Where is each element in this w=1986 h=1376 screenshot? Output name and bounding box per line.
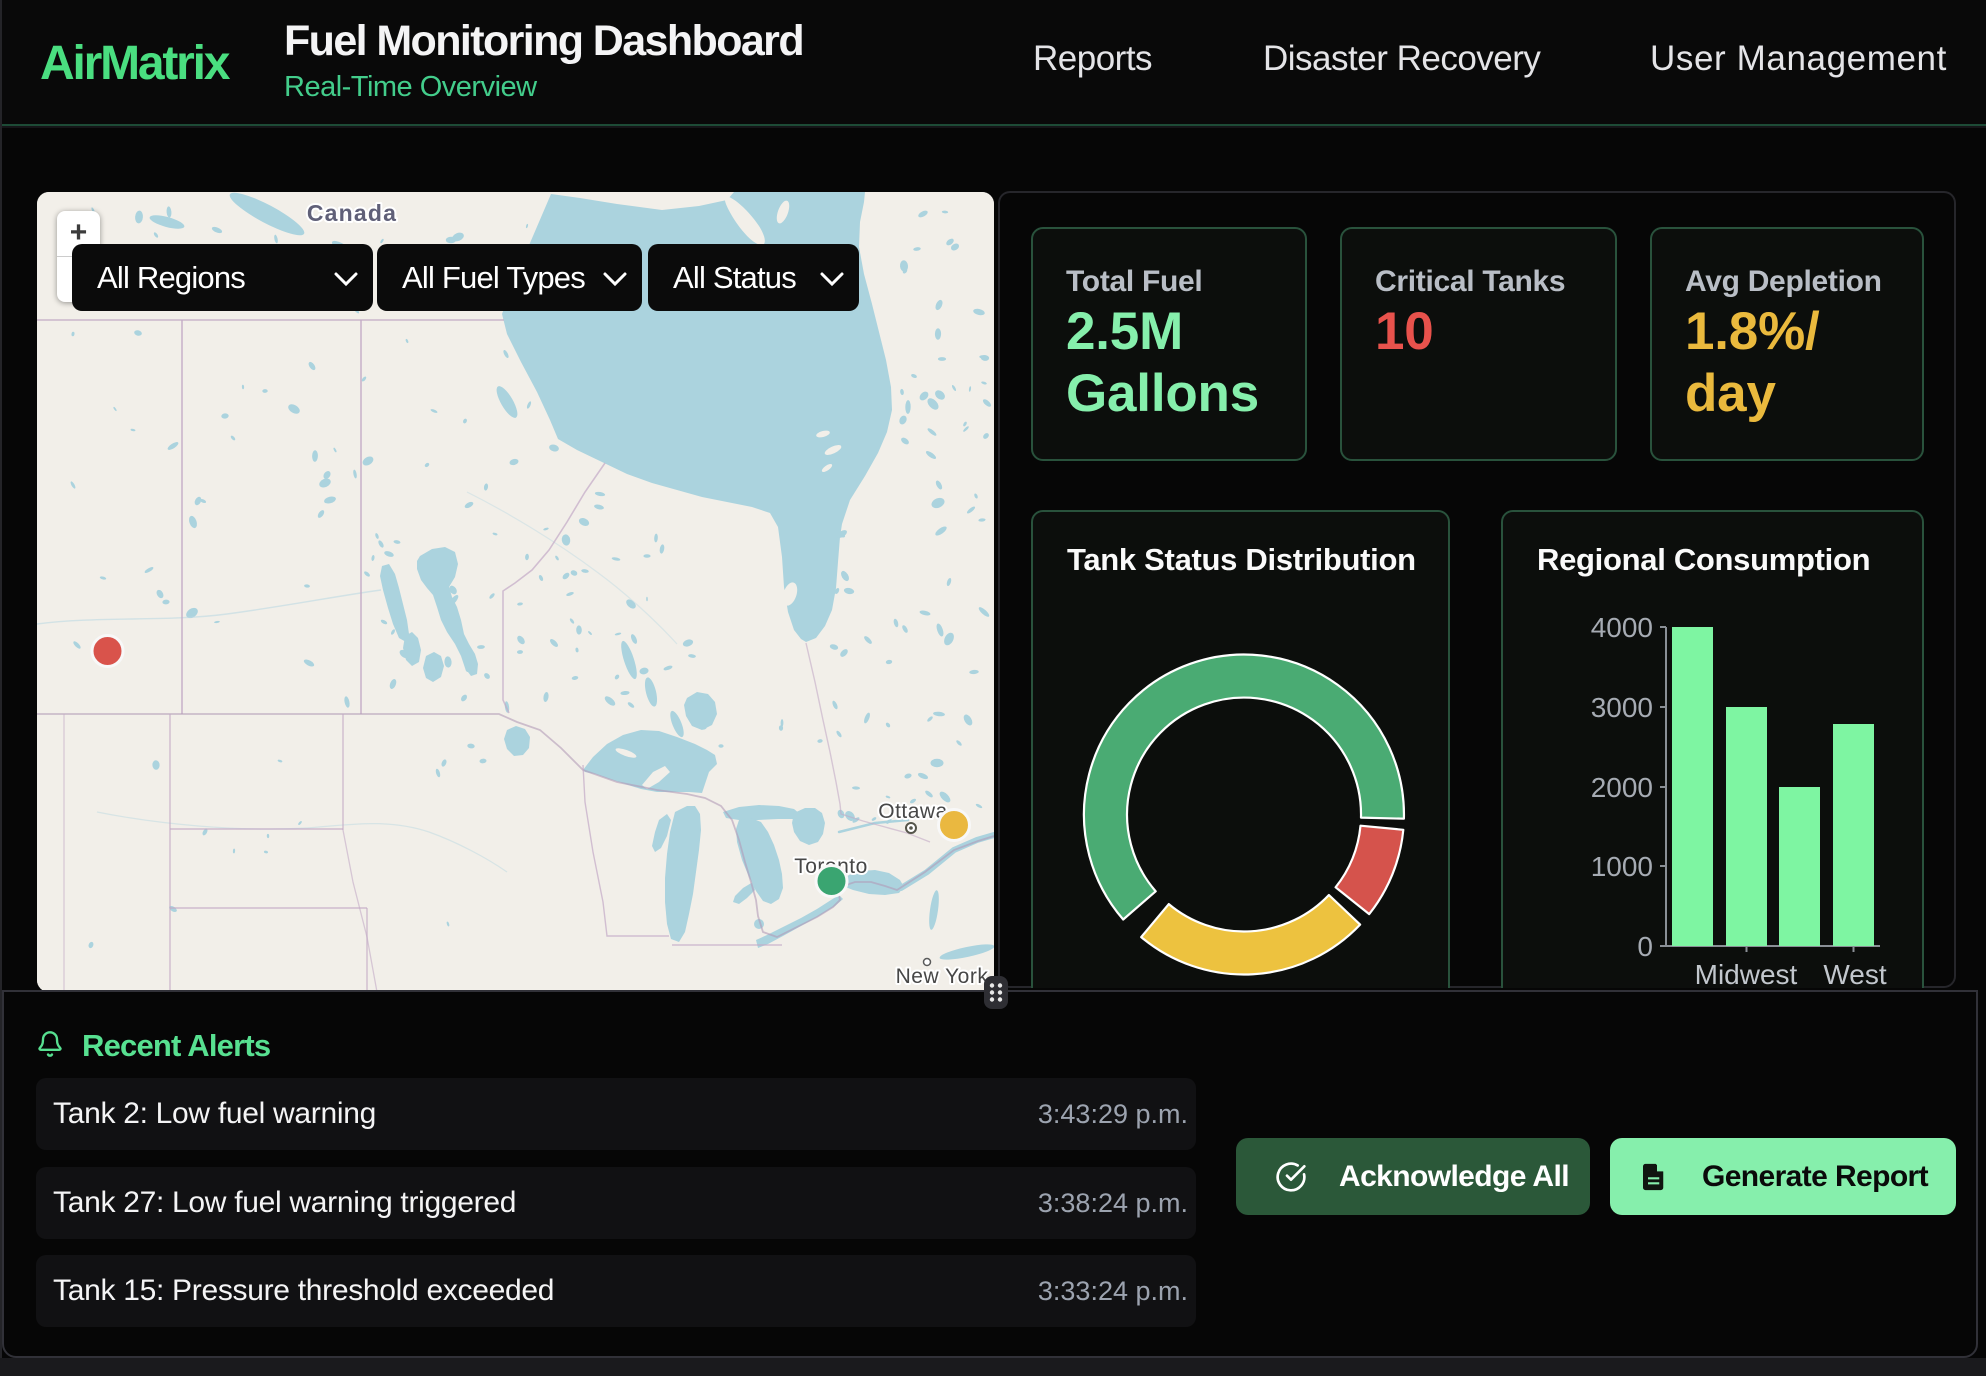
svg-text:Canada: Canada bbox=[307, 200, 397, 226]
svg-text:Ottawa: Ottawa bbox=[878, 800, 948, 823]
svg-text:4000: 4000 bbox=[1591, 612, 1653, 643]
svg-text:West: West bbox=[1823, 959, 1886, 988]
svg-text:2000: 2000 bbox=[1591, 772, 1653, 803]
svg-text:New York: New York bbox=[896, 965, 989, 988]
svg-text:0: 0 bbox=[1637, 931, 1653, 962]
svg-text:1000: 1000 bbox=[1591, 851, 1653, 882]
svg-text:3000: 3000 bbox=[1591, 692, 1653, 723]
svg-text:Midwest: Midwest bbox=[1695, 959, 1798, 988]
